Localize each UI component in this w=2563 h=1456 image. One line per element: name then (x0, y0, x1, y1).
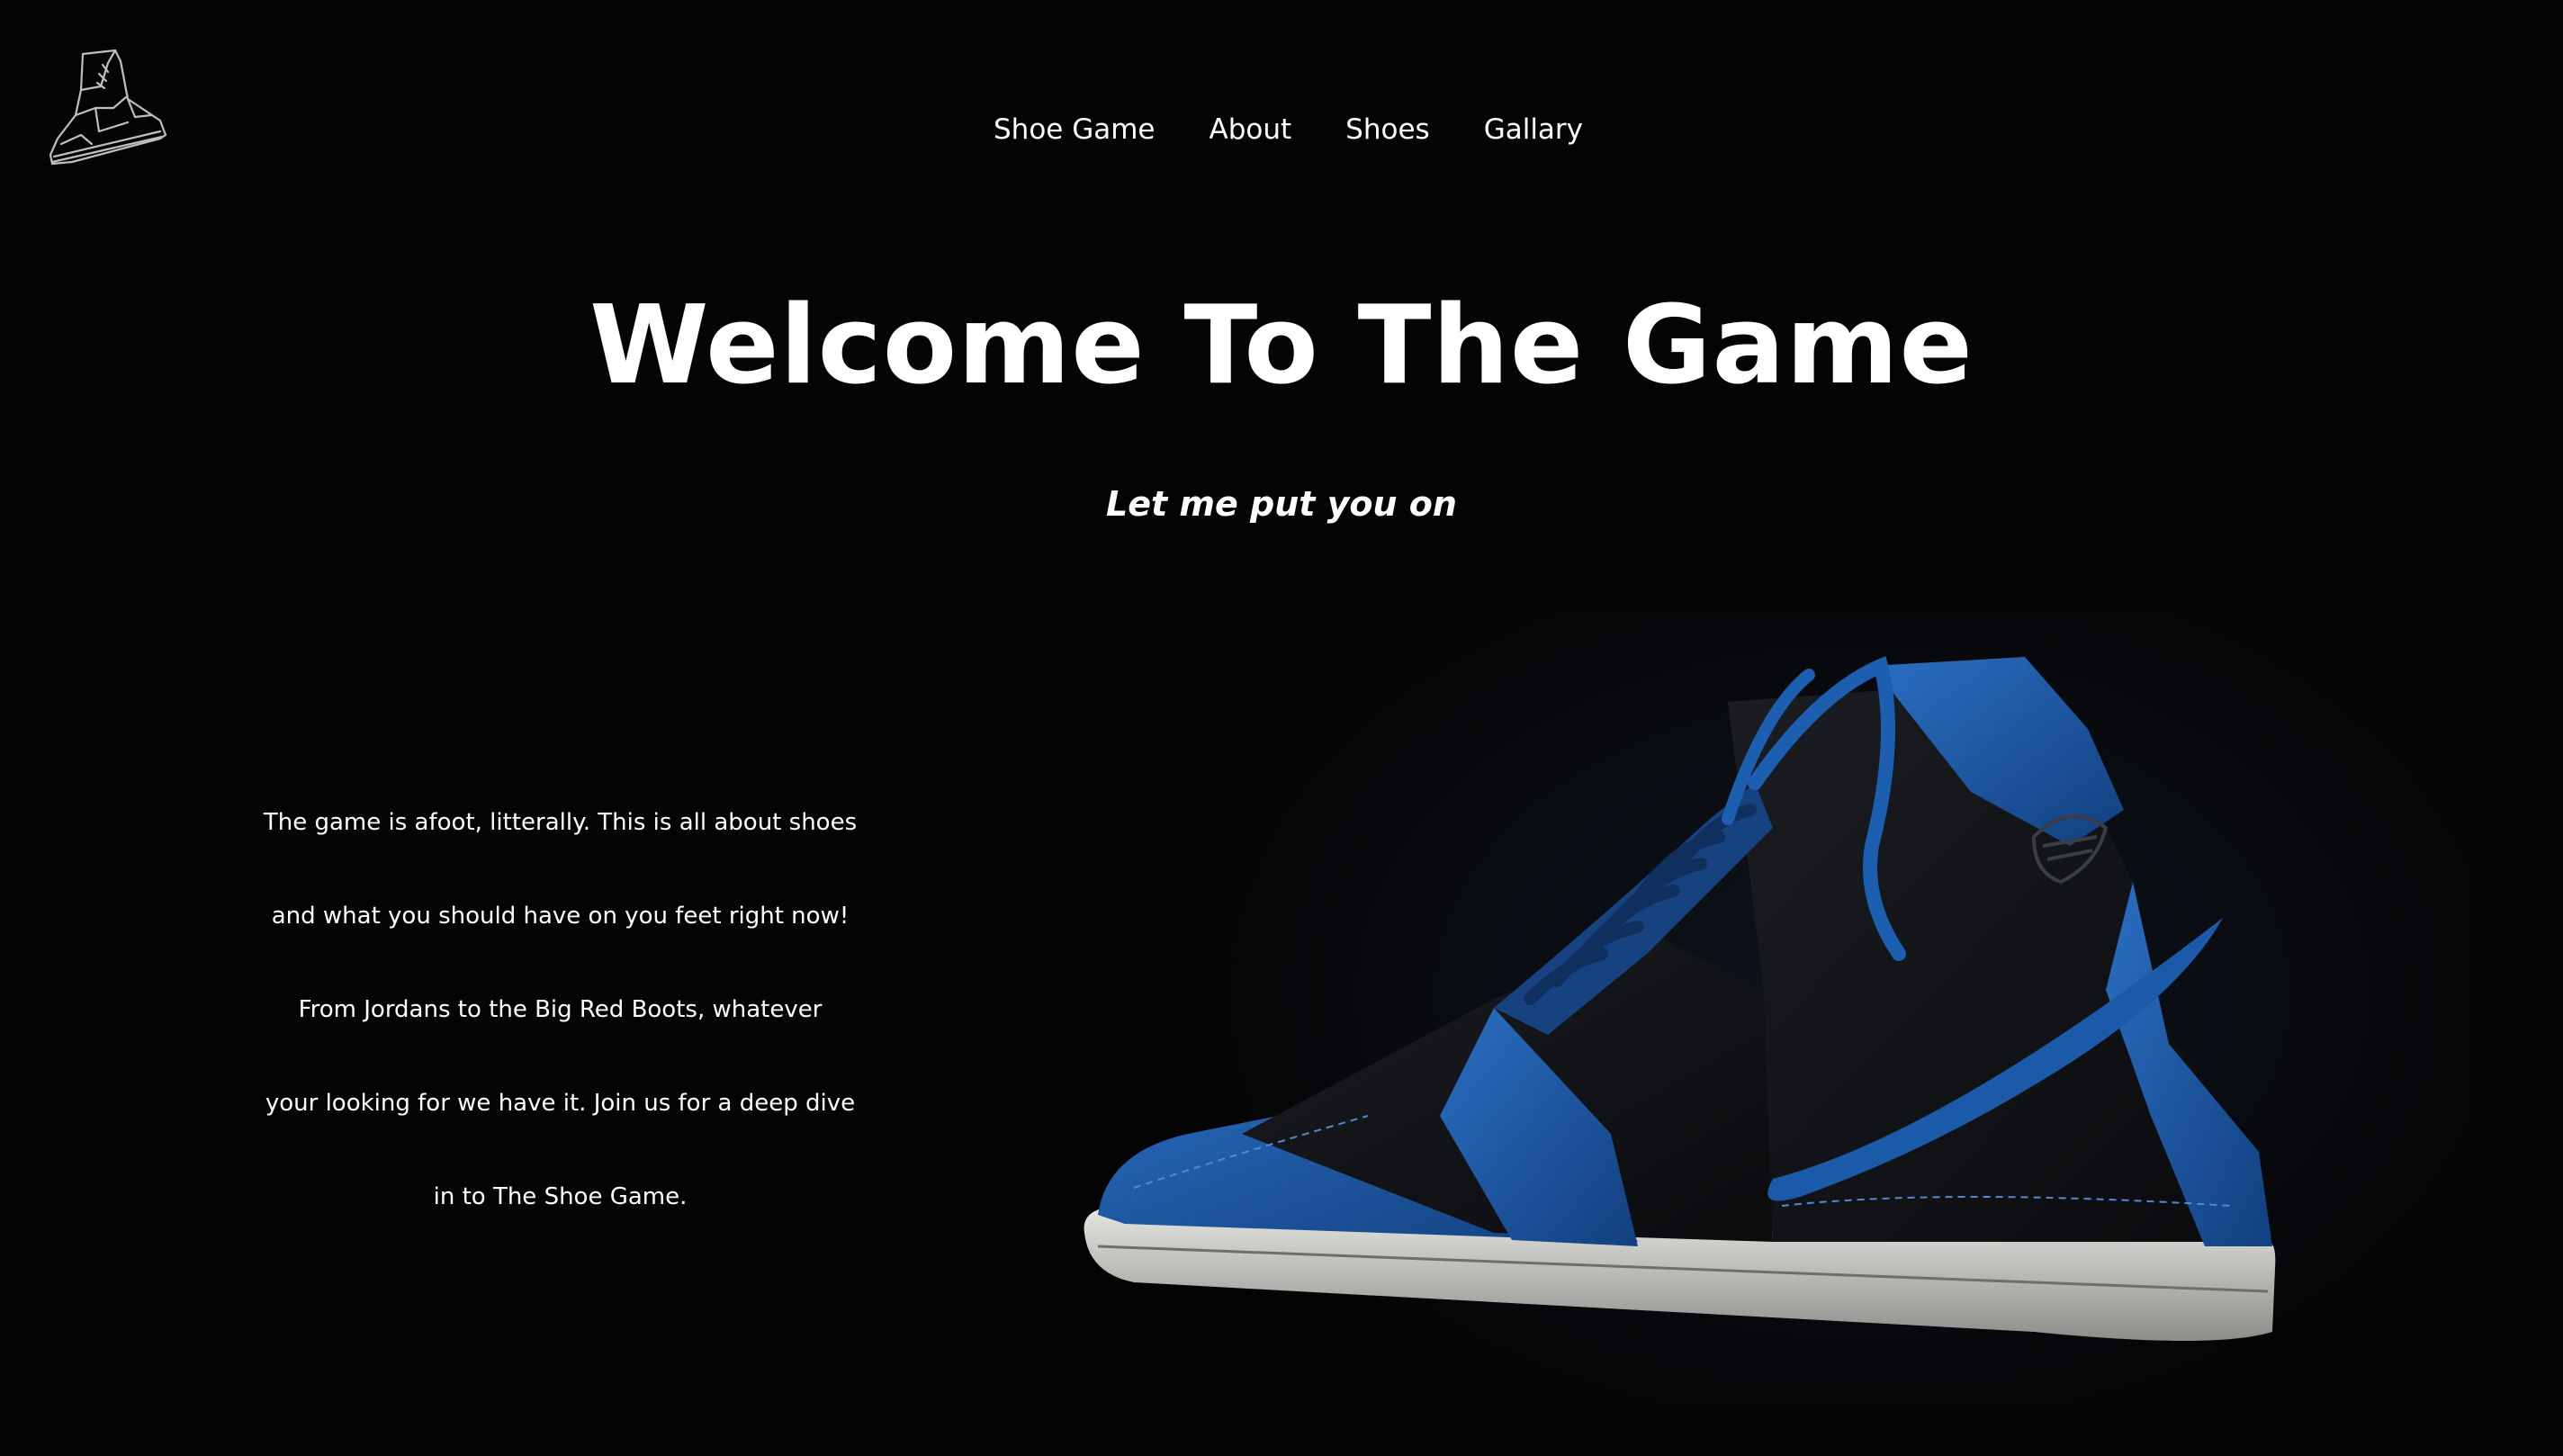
intro-line: in to The Shoe Game. (433, 1183, 688, 1210)
nav-link-about[interactable]: About (1210, 108, 1292, 151)
intro-paragraph: The game is afoot, litterally. This is a… (252, 776, 868, 1244)
hero-title: Welcome To The Game (589, 283, 1974, 409)
hero-subtitle: Let me put you on (1106, 484, 1457, 524)
blue-sneaker-illustration (1084, 655, 2276, 1341)
hero-shoe-image (864, 612, 2475, 1404)
nav-link-shoes[interactable]: Shoes (1345, 108, 1430, 151)
nav-links: Shoe Game About Shoes Gallary (994, 108, 1583, 151)
intro-line: and what you should have on you feet rig… (271, 903, 850, 930)
intro-line: The game is afoot, litterally. This is a… (263, 809, 858, 836)
intro-line: From Jordans to the Big Red Boots, whate… (298, 996, 823, 1023)
intro-line: your looking for we have it. Join us for… (265, 1090, 856, 1117)
nav-link-gallary[interactable]: Gallary (1484, 108, 1583, 151)
sneaker-logo-icon[interactable] (45, 45, 171, 171)
nav-link-shoe-game[interactable]: Shoe Game (994, 108, 1156, 151)
